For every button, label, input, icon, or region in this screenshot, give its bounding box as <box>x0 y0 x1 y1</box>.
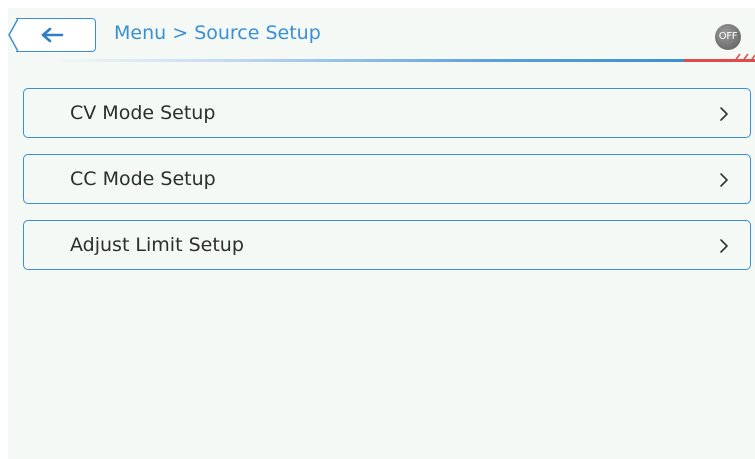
breadcrumb: Menu > Source Setup <box>114 22 321 44</box>
left-arrow-icon <box>41 27 64 43</box>
menu-item-label: Adjust Limit Setup <box>70 234 244 256</box>
breadcrumb-root[interactable]: Menu <box>114 22 166 44</box>
breadcrumb-current: Source Setup <box>194 22 321 44</box>
back-button-notch <box>8 17 18 52</box>
breadcrumb-separator: > <box>172 22 189 44</box>
output-status-badge[interactable]: OFF <box>715 24 741 50</box>
menu-item-label: CC Mode Setup <box>70 168 216 190</box>
menu-item-adjust-limit-setup[interactable]: Adjust Limit Setup <box>23 220 751 270</box>
back-button[interactable] <box>8 17 96 52</box>
chevron-right-icon <box>720 239 728 253</box>
menu-item-cv-mode-setup[interactable]: CV Mode Setup <box>23 88 751 138</box>
header-divider <box>48 59 688 62</box>
menu-item-label: CV Mode Setup <box>70 102 216 124</box>
divider-hatch-decoration <box>733 53 755 62</box>
menu-item-cc-mode-setup[interactable]: CC Mode Setup <box>23 154 751 204</box>
chevron-right-icon <box>720 173 728 187</box>
source-setup-screen: Menu > Source Setup OFF CV Mode Setup CC… <box>8 8 755 459</box>
chevron-right-icon <box>720 107 728 121</box>
